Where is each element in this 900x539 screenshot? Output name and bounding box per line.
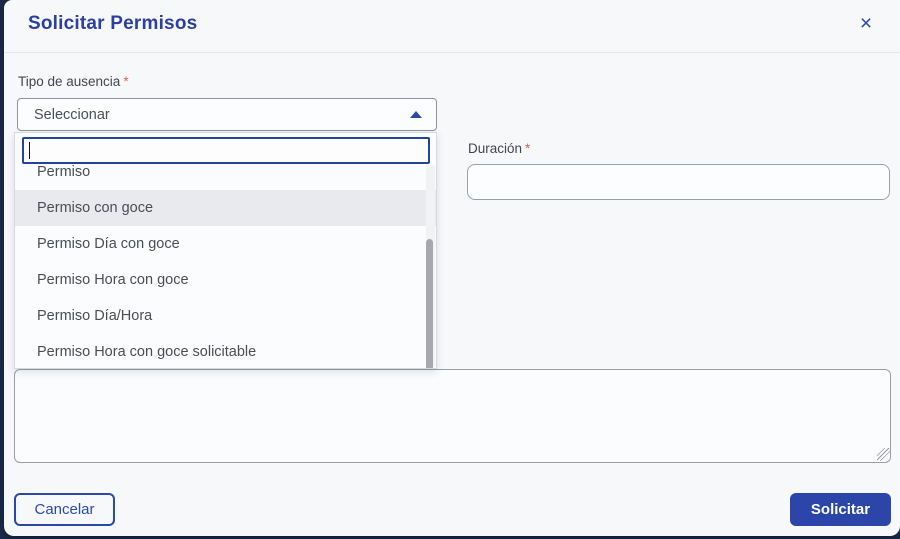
modal-header: Solicitar Permisos ×: [4, 0, 900, 53]
dropdown-scrollbar-thumb[interactable]: [426, 239, 433, 368]
solicitar-button[interactable]: Solicitar: [790, 493, 891, 526]
tipo-de-ausencia-label: Tipo de ausencia *: [18, 74, 129, 89]
required-asterisk: *: [123, 74, 129, 89]
dropdown-option-permiso-dia-con-goce[interactable]: Permiso Día con goce: [15, 226, 436, 262]
text-cursor: [29, 142, 30, 159]
chevron-up-icon: [410, 111, 422, 118]
select-value: Seleccionar: [34, 106, 110, 123]
cancel-button[interactable]: Cancelar: [14, 493, 115, 526]
tipo-de-ausencia-dropdown: Permiso Permiso con goce Permiso Día con…: [14, 132, 437, 369]
modal-title: Solicitar Permisos: [28, 13, 198, 34]
dropdown-option-permiso[interactable]: Permiso: [15, 165, 436, 190]
dropdown-option-list: Permiso Permiso con goce Permiso Día con…: [15, 165, 436, 368]
dropdown-scrollbar-track[interactable]: [426, 165, 435, 368]
dropdown-option-permiso-hora-con-goce-solicitable[interactable]: Permiso Hora con goce solicitable: [15, 334, 436, 368]
required-asterisk: *: [525, 141, 531, 156]
duracion-field[interactable]: [467, 164, 890, 200]
tipo-de-ausencia-select[interactable]: Seleccionar: [17, 98, 437, 131]
dropdown-option-permiso-con-goce[interactable]: Permiso con goce: [15, 190, 436, 226]
header-divider: [4, 52, 900, 53]
dropdown-option-permiso-hora-con-goce[interactable]: Permiso Hora con goce: [15, 262, 436, 298]
close-icon[interactable]: ×: [852, 10, 880, 38]
page-backdrop: Solicitar Permisos × Tipo de ausencia * S…: [0, 0, 900, 539]
solicitar-permisos-modal: Solicitar Permisos × Tipo de ausencia * S…: [4, 0, 900, 536]
duracion-label-text: Duración: [468, 141, 523, 156]
dropdown-option-permiso-dia-hora[interactable]: Permiso Día/Hora: [15, 298, 436, 334]
tipo-de-ausencia-label-text: Tipo de ausencia: [18, 74, 121, 89]
duracion-label: Duración *: [468, 141, 530, 156]
comments-textarea[interactable]: [14, 369, 891, 463]
dropdown-search-input[interactable]: [22, 137, 430, 164]
